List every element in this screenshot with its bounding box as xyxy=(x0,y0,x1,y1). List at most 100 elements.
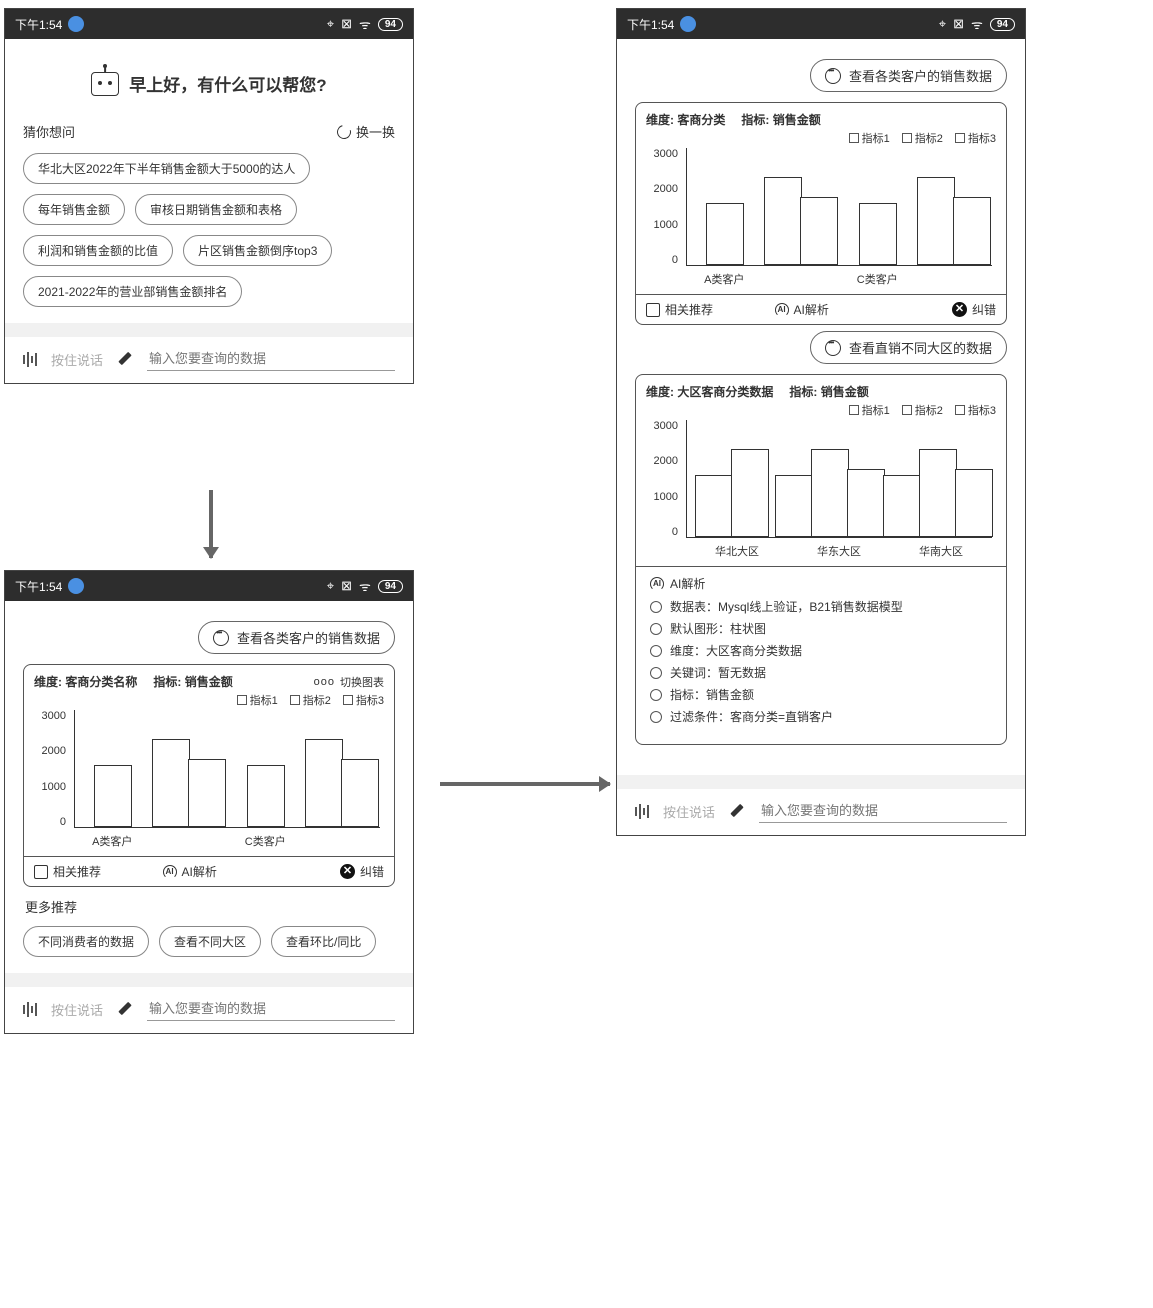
input-bar: 按住说话 xyxy=(23,337,395,375)
suggestion-chip[interactable]: 利润和销售金额的比值 xyxy=(23,235,173,266)
checkbox-icon xyxy=(290,695,300,705)
bubble-text: 查看直销不同大区的数据 xyxy=(849,338,992,357)
phone-screen-c: 下午1:54 ⌖ ⊠ ᯤ 94 查看各类客户的销售数据 维度: 客商分类 指标:… xyxy=(616,8,1026,836)
suggestion-chip[interactable]: 华北大区2022年下半年销售金额大于5000的达人 xyxy=(23,153,310,184)
refresh-button[interactable]: 换一换 xyxy=(337,122,395,141)
robot-icon xyxy=(91,72,119,96)
metric-value: 销售金额 xyxy=(773,113,821,127)
battery-pill: 94 xyxy=(378,580,403,593)
chart-legend: 指标1 指标2 指标3 xyxy=(646,130,996,146)
rec-chip[interactable]: 查看环比/同比 xyxy=(271,926,376,957)
chart-legend: 指标1 指标2 指标3 xyxy=(34,692,384,708)
legend-item[interactable]: 指标1 xyxy=(849,130,890,146)
legend-item[interactable]: 指标3 xyxy=(955,402,996,418)
greeting-text: 早上好，有什么可以帮您? xyxy=(129,71,326,96)
radio-icon xyxy=(650,645,662,657)
voice-wave-icon[interactable] xyxy=(23,350,37,368)
statusbar: 下午1:54 ⌖ ⊠ ᯤ 94 xyxy=(5,571,413,601)
query-input[interactable] xyxy=(147,347,395,371)
pencil-icon[interactable] xyxy=(117,351,133,367)
ai-analyze-button[interactable]: AIAI解析 xyxy=(775,301,829,318)
vibrate-icon: ⊠ xyxy=(341,578,352,594)
error-report-button[interactable]: ✕纠错 xyxy=(340,863,384,880)
legend-item[interactable]: 指标1 xyxy=(237,692,278,708)
pencil-icon[interactable] xyxy=(729,803,745,819)
voice-hint: 按住说话 xyxy=(51,1000,103,1019)
vibrate-icon: ⊠ xyxy=(953,16,964,32)
more-icon: ooo xyxy=(314,676,335,688)
flow-arrow-down xyxy=(209,490,213,558)
user-query-bubble: 查看各类客户的销售数据 xyxy=(198,621,395,654)
ai-item[interactable]: 关键词：暂无数据 xyxy=(650,664,992,681)
error-icon: ✕ xyxy=(340,864,355,879)
bluetooth-icon: ⌖ xyxy=(327,578,334,594)
radio-icon xyxy=(650,711,662,723)
error-report-button[interactable]: ✕纠错 xyxy=(952,301,996,318)
checkbox-icon xyxy=(955,405,965,415)
chart-card: 维度: 客商分类名称 指标: 销售金额 ooo 切换图表 指标1 指标2 指标3… xyxy=(23,664,395,887)
metric-label: 指标: xyxy=(789,385,817,399)
query-input[interactable] xyxy=(759,799,1007,823)
dim-value: 客商分类名称 xyxy=(65,675,137,689)
metric-label: 指标: xyxy=(153,675,181,689)
ai-item[interactable]: 维度：大区客商分类数据 xyxy=(650,642,992,659)
voice-hint: 按住说话 xyxy=(663,802,715,821)
related-rec-button[interactable]: 相关推荐 xyxy=(646,301,713,318)
ai-analyze-button[interactable]: AIAI解析 xyxy=(163,863,217,880)
suggestion-chip[interactable]: 片区销售金额倒序top3 xyxy=(183,235,332,266)
bars xyxy=(75,710,380,827)
x-axis: A类客户C类客户 xyxy=(74,828,380,849)
rec-chip[interactable]: 不同消费者的数据 xyxy=(23,926,149,957)
statusbar: 下午1:54 ⌖ ⊠ ᯤ 94 xyxy=(5,9,413,39)
radio-icon xyxy=(650,667,662,679)
checkbox-icon xyxy=(849,405,859,415)
wifi-icon: ᯤ xyxy=(971,15,983,33)
wifi-icon: ᯤ xyxy=(359,577,371,595)
legend-item[interactable]: 指标3 xyxy=(955,130,996,146)
rec-chip[interactable]: 查看不同大区 xyxy=(159,926,261,957)
app-dot-icon xyxy=(680,16,696,32)
ai-item[interactable]: 指标：销售金额 xyxy=(650,686,992,703)
greeting-row: 早上好，有什么可以帮您? xyxy=(23,71,395,96)
more-rec-chips: 不同消费者的数据 查看不同大区 查看环比/同比 xyxy=(23,926,395,957)
status-time: 下午1:54 xyxy=(15,16,62,33)
voice-wave-icon[interactable] xyxy=(635,802,649,820)
legend-item[interactable]: 指标2 xyxy=(290,692,331,708)
bluetooth-icon: ⌖ xyxy=(327,16,334,32)
query-input[interactable] xyxy=(147,997,395,1021)
section-divider xyxy=(617,775,1025,789)
vibrate-icon: ⊠ xyxy=(341,16,352,32)
suggestion-chips: 华北大区2022年下半年销售金额大于5000的达人 每年销售金额 审核日期销售金… xyxy=(23,153,395,307)
suggestion-chip[interactable]: 2021-2022年的营业部销售金额排名 xyxy=(23,276,242,307)
suggestion-chip[interactable]: 每年销售金额 xyxy=(23,194,125,225)
legend-item[interactable]: 指标2 xyxy=(902,130,943,146)
checkbox-icon xyxy=(955,133,965,143)
chart-card: 维度: 大区客商分类数据 指标: 销售金额 指标1 指标2 指标3 300020… xyxy=(635,374,1007,745)
app-dot-icon xyxy=(68,16,84,32)
bubble-text: 查看各类客户的销售数据 xyxy=(237,628,380,647)
checkbox-icon xyxy=(849,133,859,143)
related-rec-button[interactable]: 相关推荐 xyxy=(34,863,101,880)
refresh-icon xyxy=(334,122,353,141)
dim-label: 维度: xyxy=(34,675,62,689)
switch-chart-button[interactable]: ooo 切换图表 xyxy=(314,674,384,690)
legend-item[interactable]: 指标1 xyxy=(849,402,890,418)
checkbox-icon xyxy=(902,405,912,415)
dim-value: 大区客商分类数据 xyxy=(677,385,773,399)
legend-item[interactable]: 指标3 xyxy=(343,692,384,708)
section-divider xyxy=(5,323,413,337)
voice-hint: 按住说话 xyxy=(51,350,103,369)
wifi-icon: ᯤ xyxy=(359,15,371,33)
ai-item[interactable]: 默认图形：柱状图 xyxy=(650,620,992,637)
phone-screen-b: 下午1:54 ⌖ ⊠ ᯤ 94 查看各类客户的销售数据 维度: 客商分类名称 指… xyxy=(4,570,414,1034)
voice-wave-icon[interactable] xyxy=(23,1000,37,1018)
legend-item[interactable]: 指标2 xyxy=(902,402,943,418)
ai-item[interactable]: 数据表：Mysql线上验证，B21销售数据模型 xyxy=(650,598,992,615)
user-query-bubble: 查看直销不同大区的数据 xyxy=(810,331,1007,364)
bar-chart: 3000200010000华北大区华东大区华南大区 xyxy=(646,420,996,560)
ai-item[interactable]: 过滤条件：客商分类=直销客户 xyxy=(650,708,992,725)
pencil-icon[interactable] xyxy=(117,1001,133,1017)
radio-icon xyxy=(650,689,662,701)
chat-icon xyxy=(825,68,841,84)
suggestion-chip[interactable]: 审核日期销售金额和表格 xyxy=(135,194,297,225)
